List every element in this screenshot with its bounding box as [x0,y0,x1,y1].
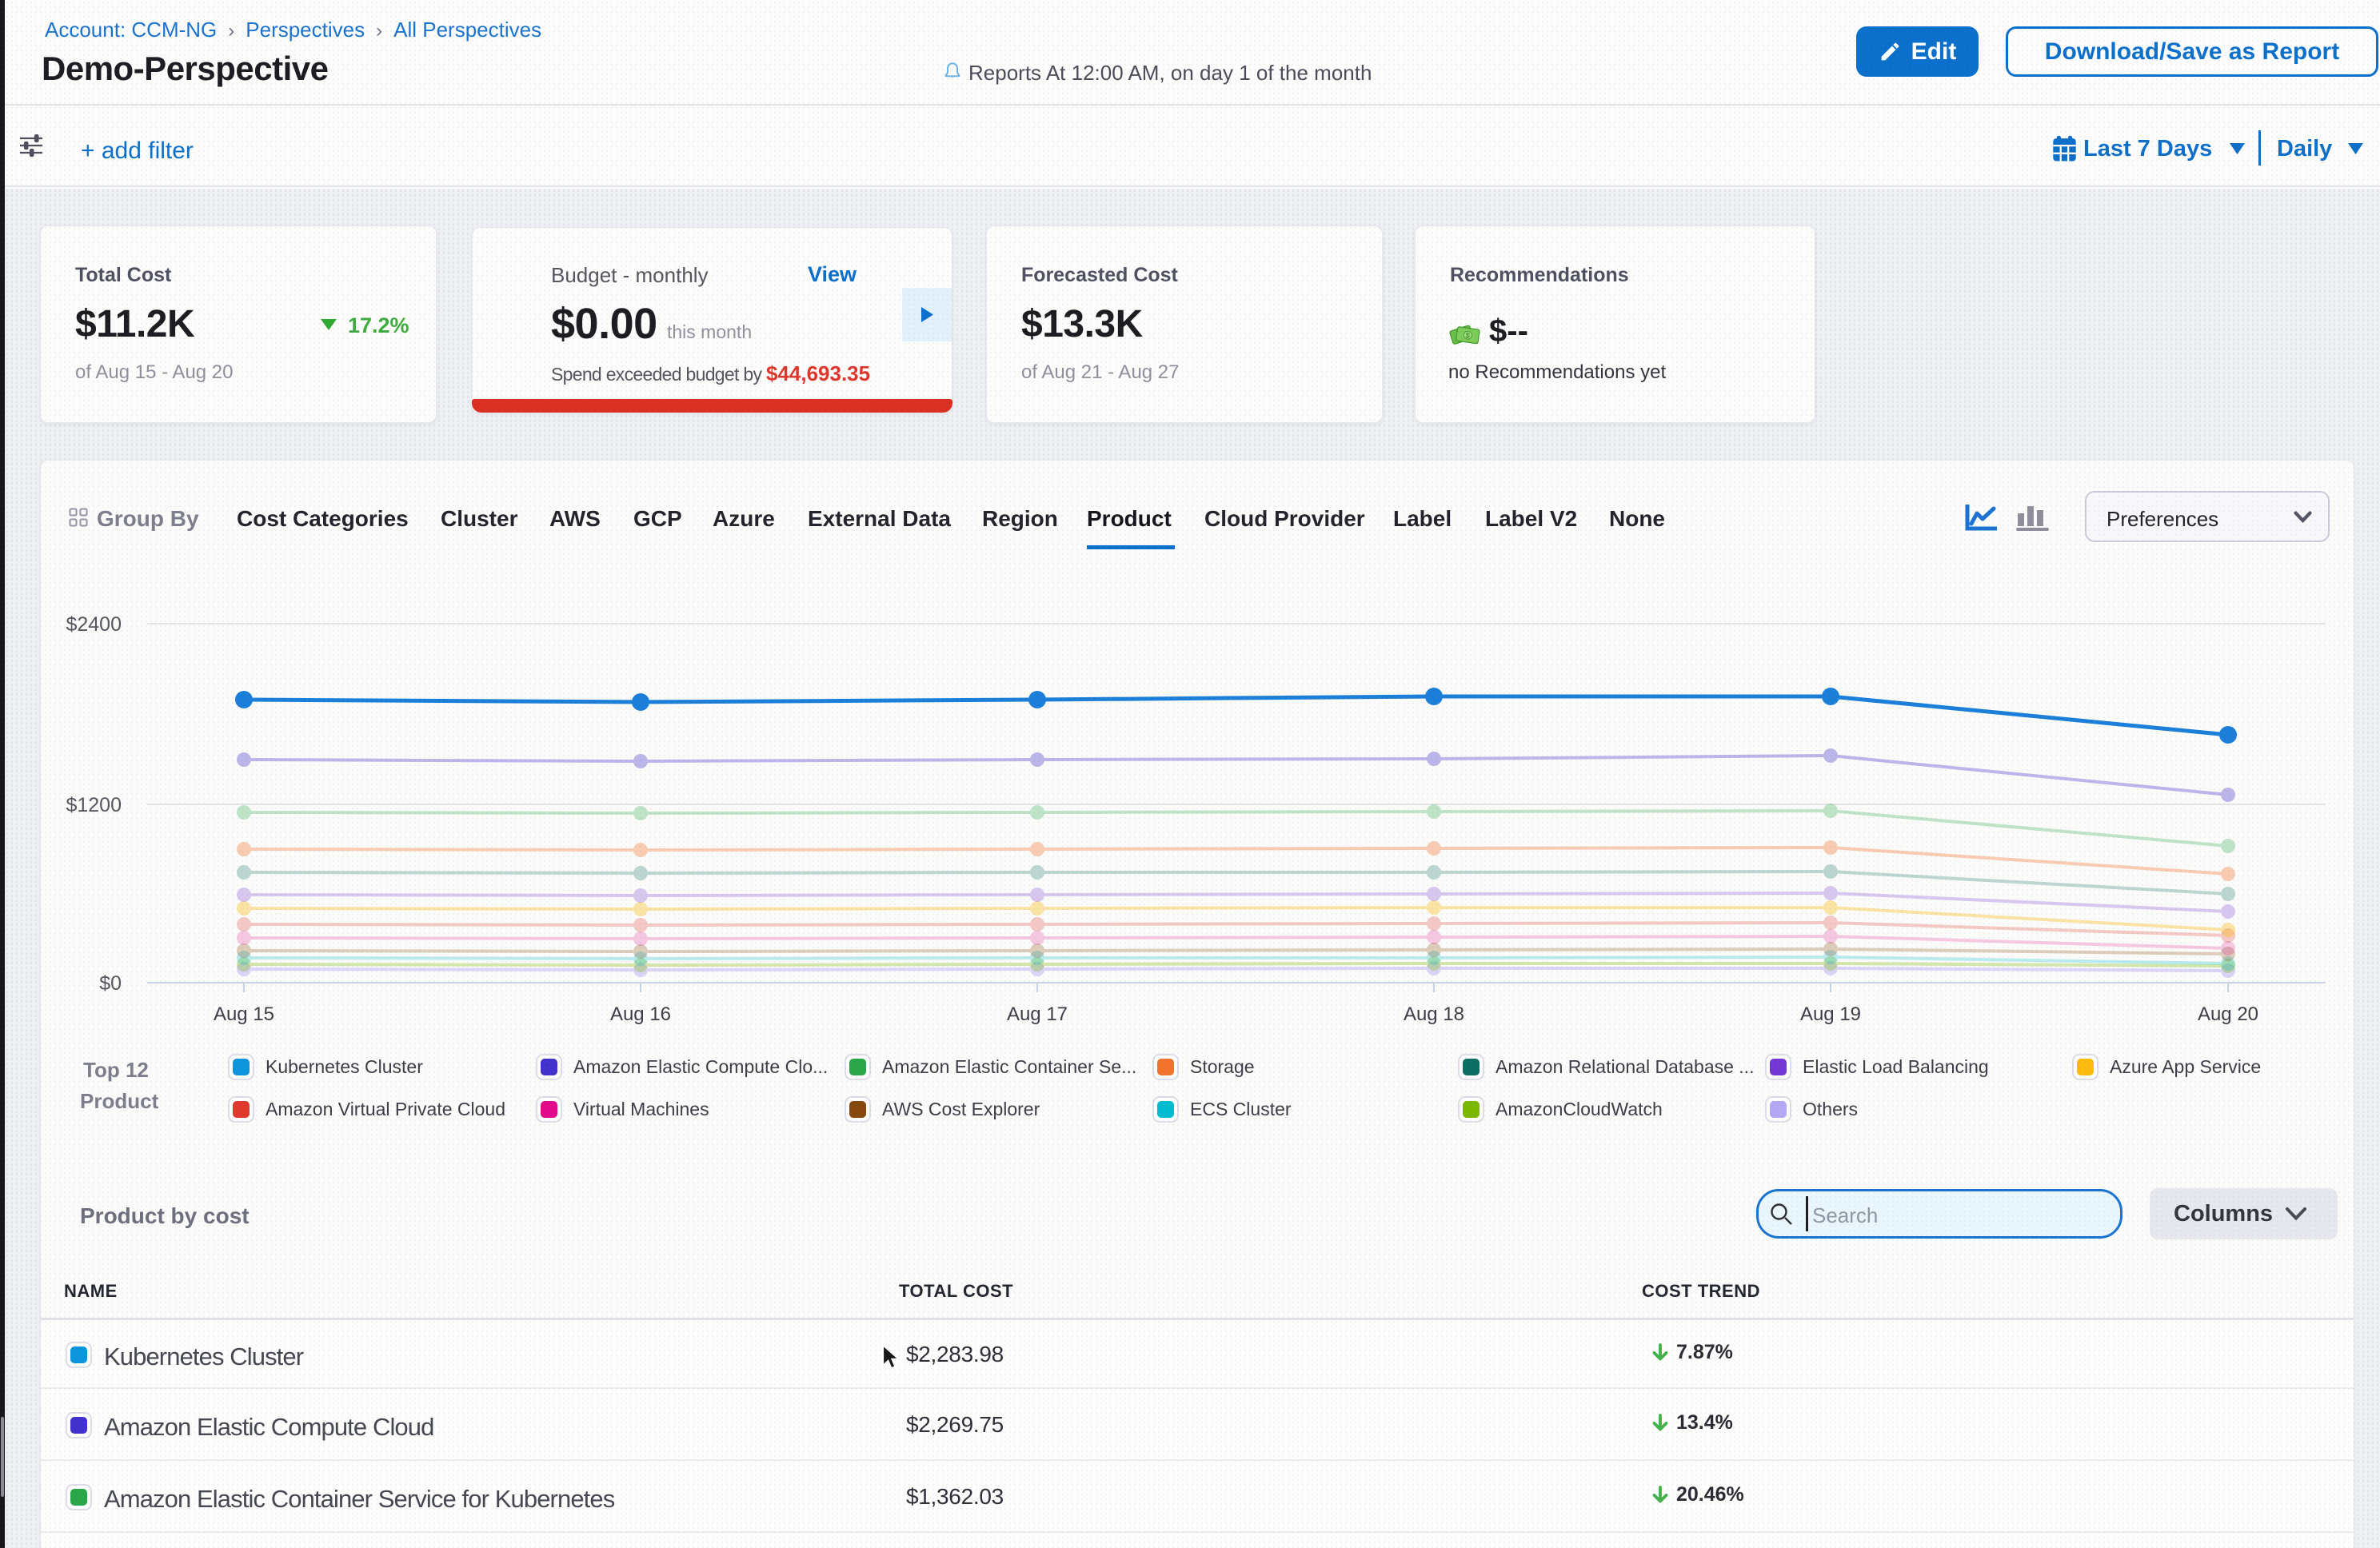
svg-text:$0: $0 [99,972,122,995]
svg-text:Aug 17: Aug 17 [1007,1003,1068,1025]
svg-text:Aug 15: Aug 15 [214,1003,274,1025]
svg-text:$1200: $1200 [66,794,122,816]
svg-text:Aug 19: Aug 19 [1800,1003,1861,1025]
svg-text:Aug 18: Aug 18 [1404,1003,1464,1025]
svg-text:Aug 16: Aug 16 [610,1003,671,1025]
svg-text:Aug 20: Aug 20 [2198,1003,2258,1025]
svg-text:$2400: $2400 [66,613,122,636]
